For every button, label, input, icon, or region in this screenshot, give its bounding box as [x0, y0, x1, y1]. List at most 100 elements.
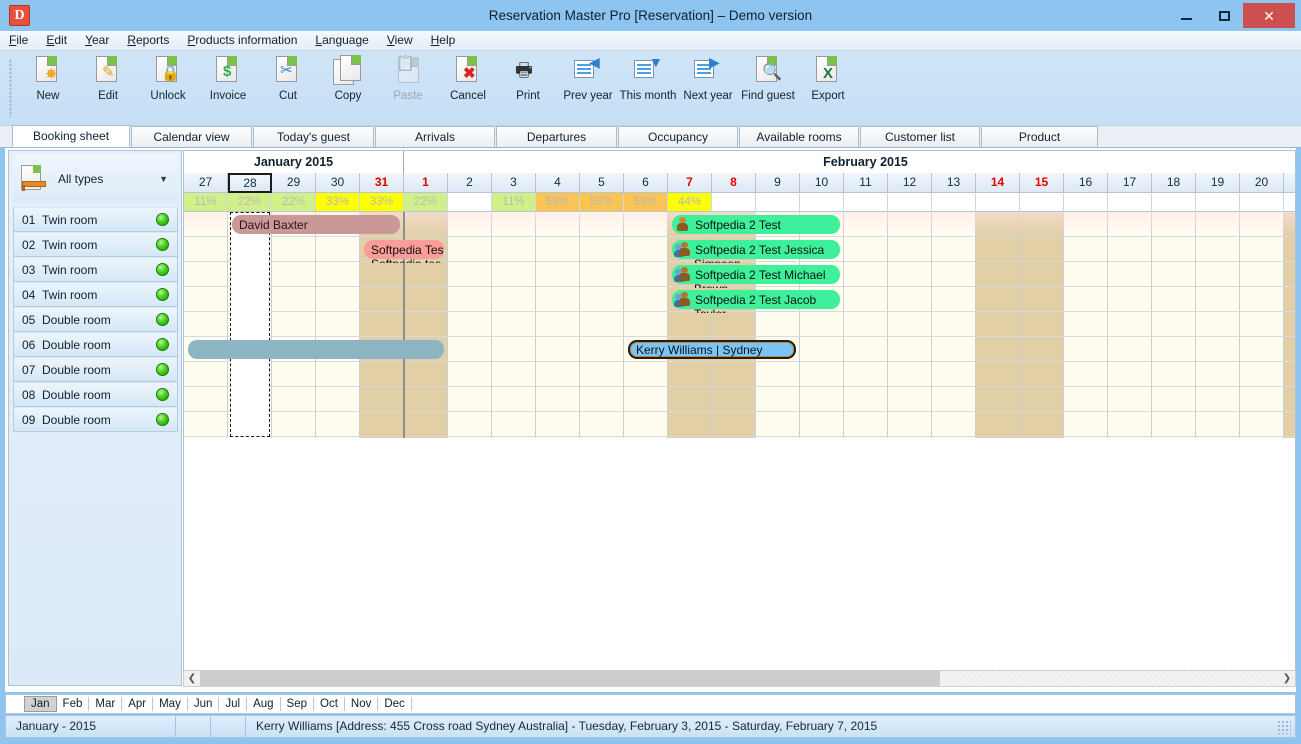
- horizontal-scrollbar[interactable]: ❮ ❯: [183, 670, 1296, 687]
- toolbar-prev-year-button[interactable]: ◀ Prev year: [558, 51, 618, 126]
- month-tab-sep[interactable]: Sep: [281, 697, 315, 711]
- date-header-14[interactable]: 14: [976, 173, 1020, 193]
- month-tab-feb[interactable]: Feb: [57, 697, 90, 711]
- tab-product[interactable]: Product: [981, 126, 1098, 147]
- date-header-11[interactable]: 11: [844, 173, 888, 193]
- date-header-6[interactable]: 6: [624, 173, 668, 193]
- chevron-down-icon[interactable]: ▼: [159, 174, 168, 184]
- resize-grip[interactable]: [1277, 719, 1291, 734]
- booking-bar[interactable]: David Baxter: [232, 215, 400, 234]
- room-row-08[interactable]: 08 Double room: [13, 382, 178, 407]
- toolbar-new-button[interactable]: ✸ New: [18, 51, 78, 126]
- date-header-8[interactable]: 8: [712, 173, 756, 193]
- date-header-17[interactable]: 17: [1108, 173, 1152, 193]
- room-row-01[interactable]: 01 Twin room: [13, 207, 178, 232]
- menu-item-year[interactable]: Year: [76, 31, 118, 50]
- close-button[interactable]: ✕: [1243, 3, 1295, 28]
- menu-item-language[interactable]: Language: [306, 31, 377, 50]
- booking-bar[interactable]: [188, 340, 444, 359]
- room-row-06[interactable]: 06 Double room: [13, 332, 178, 357]
- status-detail: Kerry Williams [Address: 455 Cross road …: [256, 719, 878, 733]
- tab-occupancy[interactable]: Occupancy: [618, 126, 738, 147]
- date-header-15[interactable]: 15: [1020, 173, 1064, 193]
- date-header-4[interactable]: 4: [536, 173, 580, 193]
- toolbar-print-button[interactable]: 🖶 Print: [498, 51, 558, 126]
- month-tab-jan[interactable]: Jan: [24, 696, 57, 712]
- room-name: Double room: [42, 337, 111, 352]
- tab-calendar-view[interactable]: Calendar view: [131, 126, 252, 147]
- scroll-right-icon[interactable]: ❯: [1279, 671, 1295, 686]
- tab-booking-sheet[interactable]: Booking sheet: [12, 125, 130, 147]
- room-list: 01 Twin room 02 Twin room 03 Twin room 04 Twin …: [13, 207, 178, 432]
- menu-item-file[interactable]: File: [0, 31, 37, 50]
- menu-item-products-information[interactable]: Products information: [178, 31, 306, 50]
- month-tab-jun[interactable]: Jun: [188, 697, 220, 711]
- menu-item-reports[interactable]: Reports: [118, 31, 178, 50]
- date-header-9[interactable]: 9: [756, 173, 800, 193]
- date-header-13[interactable]: 13: [932, 173, 976, 193]
- month-tab-aug[interactable]: Aug: [247, 697, 281, 711]
- room-row-02[interactable]: 02 Twin room: [13, 232, 178, 257]
- tab-arrivals[interactable]: Arrivals: [375, 126, 495, 147]
- tab-customer-list[interactable]: Customer list: [860, 126, 980, 147]
- selected-day-column[interactable]: [230, 212, 270, 437]
- toolbar-invoice-button[interactable]: $ Invoice: [198, 51, 258, 126]
- month-tab-oct[interactable]: Oct: [314, 697, 345, 711]
- room-row-03[interactable]: 03 Twin room: [13, 257, 178, 282]
- tab-available-rooms[interactable]: Available rooms: [739, 126, 859, 147]
- date-header-28[interactable]: 28: [228, 173, 272, 193]
- month-tab-apr[interactable]: Apr: [122, 697, 154, 711]
- scroll-thumb[interactable]: [200, 671, 940, 686]
- month-tab-mar[interactable]: Mar: [89, 697, 123, 711]
- tab-departures[interactable]: Departures: [496, 126, 617, 147]
- scroll-left-icon[interactable]: ❮: [184, 671, 200, 686]
- date-header-27[interactable]: 27: [184, 173, 228, 193]
- copy-pages-icon: [332, 55, 364, 87]
- menu-item-help[interactable]: Help: [422, 31, 465, 50]
- date-header-7[interactable]: 7: [668, 173, 712, 193]
- date-header-5[interactable]: 5: [580, 173, 624, 193]
- toolbar-this-month-button[interactable]: ▼ This month: [618, 51, 678, 126]
- date-header-19[interactable]: 19: [1196, 173, 1240, 193]
- booking-bar[interactable]: Softpedia 2 Test: [672, 215, 840, 234]
- room-row-09[interactable]: 09 Double room: [13, 407, 178, 432]
- date-header-29[interactable]: 29: [272, 173, 316, 193]
- month-tab-may[interactable]: May: [153, 697, 188, 711]
- toolbar-label: Unlock: [150, 90, 186, 102]
- toolbar-export-button[interactable]: X Export: [798, 51, 858, 126]
- date-header-1[interactable]: 1: [404, 173, 448, 193]
- toolbar-cancel-button[interactable]: ✖ Cancel: [438, 51, 498, 126]
- menu-item-view[interactable]: View: [378, 31, 422, 50]
- menu-item-edit[interactable]: Edit: [37, 31, 76, 50]
- date-header-10[interactable]: 10: [800, 173, 844, 193]
- maximize-button[interactable]: [1205, 3, 1243, 28]
- month-tab-nov[interactable]: Nov: [345, 697, 379, 711]
- tab-today-s-guest[interactable]: Today's guest: [253, 126, 374, 147]
- room-type-filter[interactable]: All types ▼: [13, 155, 178, 203]
- date-header-18[interactable]: 18: [1152, 173, 1196, 193]
- date-header-21[interactable]: 21: [1284, 173, 1295, 193]
- room-row-07[interactable]: 07 Double room: [13, 357, 178, 382]
- toolbar-unlock-button[interactable]: 🔒 Unlock: [138, 51, 198, 126]
- toolbar-cut-button[interactable]: ✂ Cut: [258, 51, 318, 126]
- date-header-16[interactable]: 16: [1064, 173, 1108, 193]
- minimize-button[interactable]: [1167, 3, 1205, 28]
- scroll-track[interactable]: [200, 671, 1279, 686]
- room-row-05[interactable]: 05 Double room: [13, 307, 178, 332]
- date-header-30[interactable]: 30: [316, 173, 360, 193]
- month-tab-dec[interactable]: Dec: [378, 697, 412, 711]
- padlock-icon: 🔒: [152, 55, 184, 87]
- month-tab-jul[interactable]: Jul: [219, 697, 248, 711]
- toolbar-grip[interactable]: [9, 59, 12, 117]
- toolbar-next-year-button[interactable]: ▶ Next year: [678, 51, 738, 126]
- toolbar-copy-button[interactable]: Copy: [318, 51, 378, 126]
- date-header-2[interactable]: 2: [448, 173, 492, 193]
- date-header-3[interactable]: 3: [492, 173, 536, 193]
- date-header-20[interactable]: 20: [1240, 173, 1284, 193]
- toolbar-edit-button[interactable]: ✎ Edit: [78, 51, 138, 126]
- booking-bar[interactable]: Kerry Williams | Sydney: [628, 340, 796, 359]
- room-row-04[interactable]: 04 Twin room: [13, 282, 178, 307]
- toolbar-find-guest-button[interactable]: 🔍 Find guest: [738, 51, 798, 126]
- date-header-12[interactable]: 12: [888, 173, 932, 193]
- date-header-31[interactable]: 31: [360, 173, 404, 193]
